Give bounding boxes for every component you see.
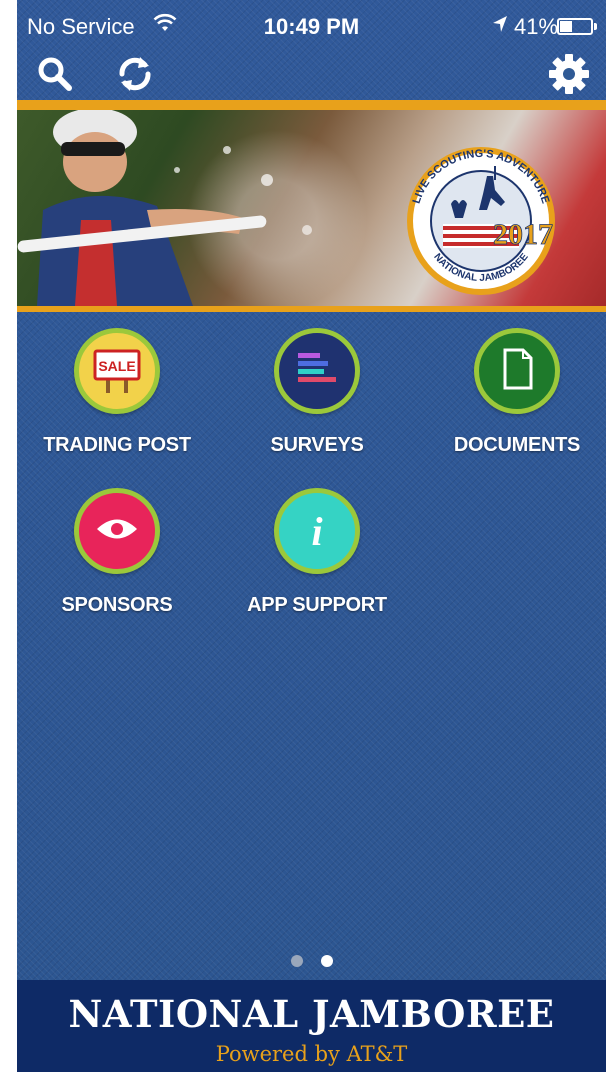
app-screen: No Service 10:49 PM 41% LIVE SCOUTING'S … [17, 0, 606, 1072]
document-icon [497, 346, 537, 397]
search-icon [37, 56, 73, 97]
battery-icon [557, 18, 593, 35]
survey-bars-icon [292, 347, 342, 396]
footer-title: NATIONAL JAMBOREE [68, 992, 555, 1036]
trading-post-icon-circle: SALE [74, 328, 160, 414]
location-arrow-icon [491, 14, 509, 40]
refresh-icon [114, 53, 156, 100]
surveys-icon-circle [274, 328, 360, 414]
documents-icon-circle [474, 328, 560, 414]
settings-button[interactable] [545, 52, 593, 100]
badge-year: 2017 [493, 218, 553, 251]
sponsors-label: SPONSORS [61, 594, 173, 616]
sale-sign-icon: SALE [89, 341, 145, 402]
info-icon: i [311, 508, 323, 554]
app-support-label: APP SUPPORT [247, 594, 387, 616]
page-indicator [17, 955, 606, 969]
refresh-button[interactable] [111, 52, 159, 100]
sponsors-icon-circle [74, 488, 160, 574]
page-dot-2[interactable] [320, 955, 333, 967]
search-button[interactable] [31, 52, 79, 100]
trading-post-label: TRADING POST [43, 434, 191, 456]
battery-tip [594, 23, 597, 30]
gear-icon [547, 52, 591, 101]
rafting-photo [17, 110, 312, 306]
menu-sponsors[interactable]: SPONSORS [27, 488, 207, 617]
battery-percent: 41% [514, 14, 559, 39]
menu-surveys[interactable]: SURVEYS [227, 328, 407, 457]
hero-banner: LIVE SCOUTING'S ADVENTURE NATIONAL JAMBO… [17, 100, 606, 312]
page-dot-1[interactable] [290, 955, 303, 967]
jamboree-2017-badge: LIVE SCOUTING'S ADVENTURE NATIONAL JAMBO… [407, 147, 555, 295]
status-bar: No Service 10:49 PM 41% [17, 0, 606, 48]
app-support-icon-circle: i [274, 488, 360, 574]
footer-brand: NATIONAL JAMBOREE Powered by AT&T [17, 980, 606, 1072]
powered-by-label: Powered by AT&T [215, 1042, 408, 1066]
surveys-label: SURVEYS [270, 434, 364, 456]
menu-app-support[interactable]: i APP SUPPORT [227, 488, 407, 617]
documents-label: DOCUMENTS [453, 434, 581, 456]
top-toolbar [17, 50, 606, 100]
menu-documents[interactable]: DOCUMENTS [427, 328, 606, 457]
sale-sign-text: SALE [98, 358, 135, 374]
eye-icon [93, 514, 141, 549]
menu-trading-post[interactable]: SALE TRADING POST [27, 328, 207, 457]
